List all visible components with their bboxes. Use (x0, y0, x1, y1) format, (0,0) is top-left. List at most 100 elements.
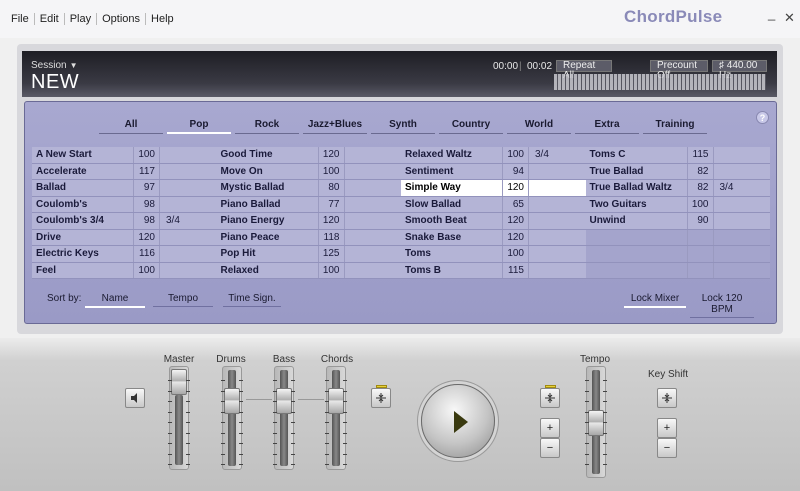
style-row[interactable]: Two Guitars 100 (585, 196, 770, 213)
tempo-label: Tempo (579, 354, 610, 365)
fader-tick (291, 443, 295, 444)
style-tempo: 116 (134, 246, 160, 262)
style-tempo: 100 (319, 262, 345, 278)
style-row[interactable]: Sentiment 94 (401, 163, 586, 180)
style-tempo: 120 (134, 229, 160, 245)
style-row[interactable]: Toms 100 (401, 246, 586, 263)
style-row[interactable]: Toms C 115 (585, 147, 770, 164)
tuning-button[interactable]: ♯ 440.00 Hz (712, 60, 767, 81)
menu-file[interactable]: File (6, 13, 35, 25)
chords-label: Chords (320, 354, 354, 365)
fader-tick (585, 432, 589, 434)
tab-jazz-blues[interactable]: Jazz+Blues (303, 119, 367, 134)
tab-rock[interactable]: Rock (235, 119, 299, 134)
tab-pop[interactable]: Pop (167, 119, 231, 134)
style-timesig: 3/4 (535, 149, 549, 160)
close-button[interactable]: ✕ (784, 10, 795, 26)
sort-name-button[interactable]: Name (85, 293, 145, 308)
tab-all[interactable]: All (99, 119, 163, 134)
empty-row (585, 246, 770, 263)
style-row[interactable]: Move On 100 (216, 163, 401, 180)
bass-fader[interactable] (276, 388, 292, 414)
menu-edit[interactable]: Edit (35, 13, 65, 25)
style-row[interactable]: Electric Keys 116 (32, 246, 217, 263)
style-name (586, 229, 688, 245)
style-row[interactable]: True Ballad Waltz 82 3/4 (585, 180, 770, 197)
style-row[interactable]: Piano Ballad 77 (216, 196, 401, 213)
fader-tick (221, 432, 225, 434)
style-row[interactable]: Ballad 97 (32, 180, 217, 197)
style-row[interactable]: Good Time 120 (216, 147, 401, 164)
style-timesig (714, 230, 771, 246)
mute-button[interactable] (125, 388, 145, 408)
tempo-plus-button[interactable]: + (540, 418, 560, 438)
fader-tick (325, 432, 329, 434)
style-row[interactable]: True Ballad 82 (585, 163, 770, 180)
style-row[interactable]: Drive 120 (32, 229, 217, 246)
chords-link-button[interactable] (371, 385, 391, 408)
style-timesig (160, 180, 217, 196)
help-icon[interactable]: ? (756, 111, 769, 124)
sort-label: Sort by: (47, 293, 82, 304)
style-name: Mystic Ballad (217, 180, 319, 196)
key-shift-reset-button[interactable] (657, 388, 677, 408)
fader-tick (585, 390, 589, 392)
style-row[interactable]: Slow Ballad 65 (401, 196, 586, 213)
menu-play[interactable]: Play (65, 13, 98, 25)
style-row[interactable]: Coulomb's 98 (32, 196, 217, 213)
style-row[interactable]: Piano Peace 118 (216, 229, 401, 246)
repeat-button[interactable]: Repeat All (556, 60, 612, 81)
style-row[interactable]: Smooth Beat 120 (401, 213, 586, 230)
tempo-reset-button[interactable] (540, 385, 560, 408)
fader-tick (186, 453, 190, 455)
chords-fader[interactable] (328, 388, 344, 414)
style-row[interactable]: Coulomb's 3/4 98 3/4 (32, 213, 217, 230)
style-row[interactable]: Unwind 90 (585, 213, 771, 230)
fader-tick (239, 390, 243, 392)
tab-training[interactable]: Training (643, 119, 707, 134)
chevron-down-icon: ▼ (69, 61, 78, 70)
tab-extra[interactable]: Extra (575, 119, 639, 134)
lock-bpm-button[interactable]: Lock 120 BPM (690, 293, 754, 318)
fader-tick (186, 432, 190, 434)
fader-tick (325, 422, 329, 423)
lock-mixer-button[interactable]: Lock Mixer (624, 293, 686, 308)
style-timesig (345, 246, 402, 262)
style-row[interactable]: Relaxed Waltz 100 3/4 (401, 147, 586, 164)
style-row[interactable]: Mystic Ballad 80 (216, 180, 401, 197)
menu-help[interactable]: Help (146, 13, 179, 25)
fader-tick (343, 401, 347, 402)
key-shift-plus-button[interactable]: + (657, 418, 677, 438)
fader-tick (239, 411, 243, 413)
master-fader[interactable] (171, 369, 187, 395)
key-shift-minus-button[interactable]: − (657, 438, 677, 458)
style-timesig (714, 213, 771, 229)
style-row[interactable]: A New Start 100 (32, 147, 217, 164)
style-row[interactable]: Feel 100 (32, 262, 217, 279)
tab-synth[interactable]: Synth (371, 119, 435, 134)
fader-tick (221, 422, 225, 423)
tempo-minus-button[interactable]: − (540, 438, 560, 458)
style-row[interactable]: Toms B 115 (401, 262, 586, 279)
style-row[interactable]: Pop Hit 125 (216, 246, 402, 263)
play-button[interactable] (421, 384, 495, 458)
menu-options[interactable]: Options (97, 13, 147, 25)
session-dropdown[interactable]: Session ▼ (31, 60, 78, 71)
precount-button[interactable]: Precount Off (650, 60, 708, 81)
tempo-fader[interactable] (588, 410, 604, 436)
fader-tick (221, 380, 225, 381)
tab-country[interactable]: Country (439, 119, 503, 134)
style-row[interactable]: Relaxed 100 (216, 262, 401, 279)
style-name: Piano Energy (217, 213, 319, 229)
style-row[interactable]: Simple Way 120 (401, 180, 586, 197)
style-tempo: 120 (319, 213, 345, 229)
style-timesig (529, 164, 586, 180)
style-row[interactable]: Accelerate 117 (32, 163, 217, 180)
style-row[interactable]: Snake Base 120 (401, 229, 586, 246)
sort-timesig-button[interactable]: Time Sign. (223, 293, 281, 307)
drums-fader[interactable] (224, 388, 240, 414)
style-row[interactable]: Piano Energy 120 (216, 213, 401, 230)
minimize-button[interactable]: _ (768, 6, 775, 21)
tab-world[interactable]: World (507, 119, 571, 134)
sort-tempo-button[interactable]: Tempo (153, 293, 213, 307)
